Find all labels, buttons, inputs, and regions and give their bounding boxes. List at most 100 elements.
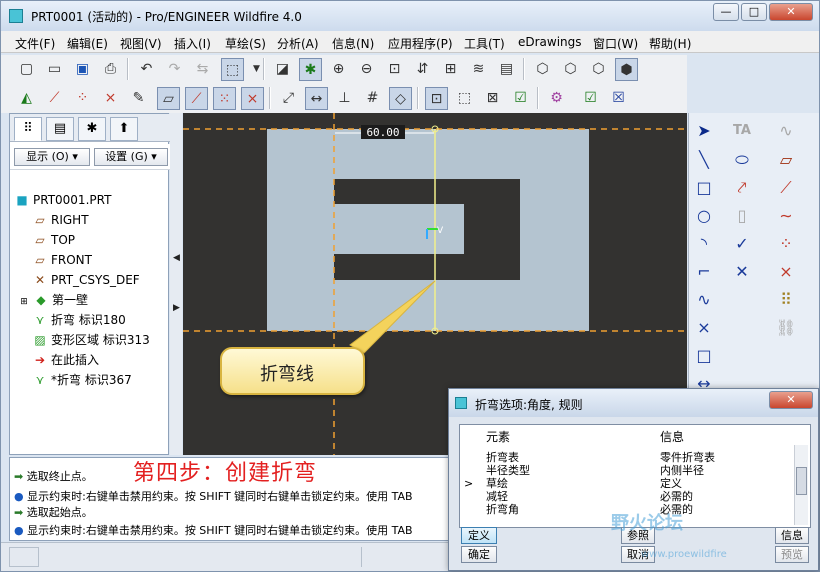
panel-splitter[interactable]: ◀ ▶ bbox=[170, 113, 182, 455]
undo-icon[interactable]: ↶ bbox=[135, 58, 158, 81]
menu-window[interactable]: 窗口(W) bbox=[593, 35, 638, 52]
menu-info[interactable]: 信息(N) bbox=[332, 35, 374, 52]
annotation-display-icon[interactable]: ✎ bbox=[127, 87, 150, 110]
info-button[interactable]: 信息 bbox=[775, 527, 809, 544]
dialog-row[interactable]: 半径类型 内侧半径 bbox=[460, 464, 796, 477]
view-manager-icon[interactable]: ▤ bbox=[495, 58, 518, 81]
dialog-scrollbar[interactable] bbox=[794, 445, 808, 525]
arc-icon[interactable]: ◝ bbox=[691, 232, 717, 256]
feature-requirements-icon[interactable]: ⚙ bbox=[545, 87, 568, 110]
line-icon[interactable]: ╲ bbox=[691, 148, 717, 172]
highlight-open-ends-icon[interactable]: ⊡ bbox=[425, 87, 448, 110]
tab-folder-browser[interactable]: ▤ bbox=[46, 117, 74, 141]
display-dropdown[interactable]: 显示 (O) ▾ bbox=[14, 148, 90, 166]
save-icon[interactable]: ▣ bbox=[71, 58, 94, 81]
settings-dropdown[interactable]: 设置 (G) ▾ bbox=[94, 148, 168, 166]
check-icon[interactable]: ✓ bbox=[729, 232, 755, 256]
tree-item-csys[interactable]: ✕ PRT_CSYS_DEF bbox=[10, 270, 170, 290]
sketch-plane-icon[interactable]: ▱ bbox=[157, 87, 180, 110]
scrollbar-thumb[interactable] bbox=[796, 467, 807, 495]
shading-icon[interactable]: ⬢ bbox=[615, 58, 638, 81]
tab-connections[interactable]: ⬆ bbox=[110, 117, 138, 141]
display-vertices-icon[interactable]: ◇ bbox=[389, 87, 412, 110]
use-edge-icon[interactable]: □ bbox=[691, 344, 717, 368]
sketch-csys-icon[interactable]: ⨯ bbox=[241, 87, 264, 110]
palette-icon[interactable]: ⠿ bbox=[773, 288, 799, 312]
menu-help[interactable]: 帮助(H) bbox=[649, 35, 691, 52]
offset-icon[interactable]: ⤤ bbox=[729, 176, 755, 200]
tab-model-tree[interactable]: ⠿ bbox=[14, 117, 42, 141]
regenerate-icon[interactable]: ⇆ bbox=[191, 58, 214, 81]
spin-center-icon[interactable]: ✱ bbox=[299, 58, 322, 81]
check-feature-icon[interactable]: ☑ bbox=[509, 87, 532, 110]
point-sketch-icon[interactable]: × bbox=[691, 316, 717, 340]
dialog-row-selected[interactable]: > 草绘 定义 bbox=[460, 477, 796, 490]
sketch-points-icon[interactable]: ⁙ bbox=[213, 87, 236, 110]
tab-favorites[interactable]: ✱ bbox=[78, 117, 106, 141]
menu-view[interactable]: 视图(V) bbox=[120, 35, 162, 52]
quit-sketch-icon[interactable]: ☒ bbox=[607, 87, 630, 110]
reorient-icon[interactable]: ⇵ bbox=[411, 58, 434, 81]
tree-item-top[interactable]: ▱ TOP bbox=[10, 230, 170, 250]
thicken-icon[interactable]: ▯ bbox=[729, 204, 755, 228]
menu-insert[interactable]: 插入(I) bbox=[174, 35, 211, 52]
accept-sketch-icon[interactable]: ☑ bbox=[579, 87, 602, 110]
dimension-value[interactable]: 60.00 bbox=[366, 126, 399, 139]
wireframe-icon[interactable]: ⬡ bbox=[531, 58, 554, 81]
menu-sketch[interactable]: 草绘(S) bbox=[225, 35, 266, 52]
chain-icon[interactable]: ⛓ bbox=[773, 316, 799, 340]
tree-item-bend-180[interactable]: ⋎ 折弯 标识180 bbox=[10, 310, 170, 330]
zoom-out-icon[interactable]: ⊖ bbox=[355, 58, 378, 81]
display-constraints-icon[interactable]: ⊥ bbox=[333, 87, 356, 110]
define-button[interactable]: 定义 bbox=[461, 527, 497, 544]
menu-applications[interactable]: 应用程序(P) bbox=[388, 35, 453, 52]
expand-right-icon[interactable]: ▶ bbox=[173, 303, 180, 313]
refit-icon[interactable]: ⊡ bbox=[383, 58, 406, 81]
spline-icon[interactable]: ∼ bbox=[773, 204, 799, 228]
menu-analysis[interactable]: 分析(A) bbox=[277, 35, 319, 52]
no-hidden-icon[interactable]: ⬡ bbox=[587, 58, 610, 81]
menu-edrawings[interactable]: eDrawings bbox=[518, 35, 582, 49]
point-icon[interactable]: ⁘ bbox=[773, 232, 799, 256]
menu-tools[interactable]: 工具(T) bbox=[464, 35, 505, 52]
ellipse-icon[interactable]: ⬭ bbox=[729, 148, 755, 172]
preview-button[interactable]: 预览 bbox=[775, 546, 809, 563]
minimize-button[interactable]: — bbox=[713, 3, 739, 21]
fillet-icon[interactable]: ⌐ bbox=[691, 260, 717, 284]
tree-item-first-wall[interactable]: ⊞ ◆ 第一壁 bbox=[10, 290, 170, 310]
text-icon[interactable]: TA bbox=[729, 119, 755, 143]
tree-item-deform-313[interactable]: ▨ 变形区域 标识313 bbox=[10, 330, 170, 350]
axis-icon[interactable]: ⟋ bbox=[773, 176, 799, 200]
menu-file[interactable]: 文件(F) bbox=[15, 35, 55, 52]
datum-point-display-icon[interactable]: ⁘ bbox=[71, 87, 94, 110]
close-button[interactable]: ✕ bbox=[769, 3, 813, 21]
layers-icon[interactable]: ≋ bbox=[467, 58, 490, 81]
tree-item-part[interactable]: ■ PRT0001.PRT bbox=[10, 190, 170, 210]
saved-views-icon[interactable]: ⊞ bbox=[439, 58, 462, 81]
datum-axis-display-icon[interactable]: ⟋ bbox=[43, 87, 66, 110]
menu-edit[interactable]: 编辑(E) bbox=[67, 35, 108, 52]
new-icon[interactable]: ▢ bbox=[15, 58, 38, 81]
dialog-row[interactable]: 减轻 必需的 bbox=[460, 490, 796, 503]
ok-button[interactable]: 确定 bbox=[461, 546, 497, 563]
select-arrow-icon[interactable]: ➤ bbox=[691, 119, 717, 143]
spline-sketch-icon[interactable]: ∿ bbox=[691, 288, 717, 312]
rectangle-icon[interactable]: □ bbox=[691, 176, 717, 200]
cross-icon[interactable]: ✕ bbox=[729, 260, 755, 284]
select-box-icon[interactable]: ⬚ bbox=[221, 58, 244, 81]
dialog-close-button[interactable]: ✕ bbox=[769, 391, 813, 409]
maximize-button[interactable]: □ bbox=[741, 3, 767, 21]
display-dims-icon[interactable]: ↔ bbox=[305, 87, 328, 110]
repaint-icon[interactable]: ◪ bbox=[271, 58, 294, 81]
zoom-in-icon[interactable]: ⊕ bbox=[327, 58, 350, 81]
sketch-axis-icon[interactable]: ⟋ bbox=[185, 87, 208, 110]
tree-item-insert-here[interactable]: ➔ 在此插入 bbox=[10, 350, 170, 370]
collapse-left-icon[interactable]: ◀ bbox=[173, 253, 180, 263]
open-icon[interactable]: ▭ bbox=[43, 58, 66, 81]
print-icon[interactable]: ⎙ bbox=[99, 58, 122, 81]
expand-icon[interactable]: ⊞ bbox=[18, 292, 30, 312]
dialog-row[interactable]: 折弯表 零件折弯表 bbox=[460, 451, 796, 464]
circle-icon[interactable]: ○ bbox=[691, 204, 717, 228]
sketch-orient-icon[interactable]: ⤢ bbox=[277, 87, 300, 110]
csys-sketch-icon[interactable]: ⨯ bbox=[773, 260, 799, 284]
